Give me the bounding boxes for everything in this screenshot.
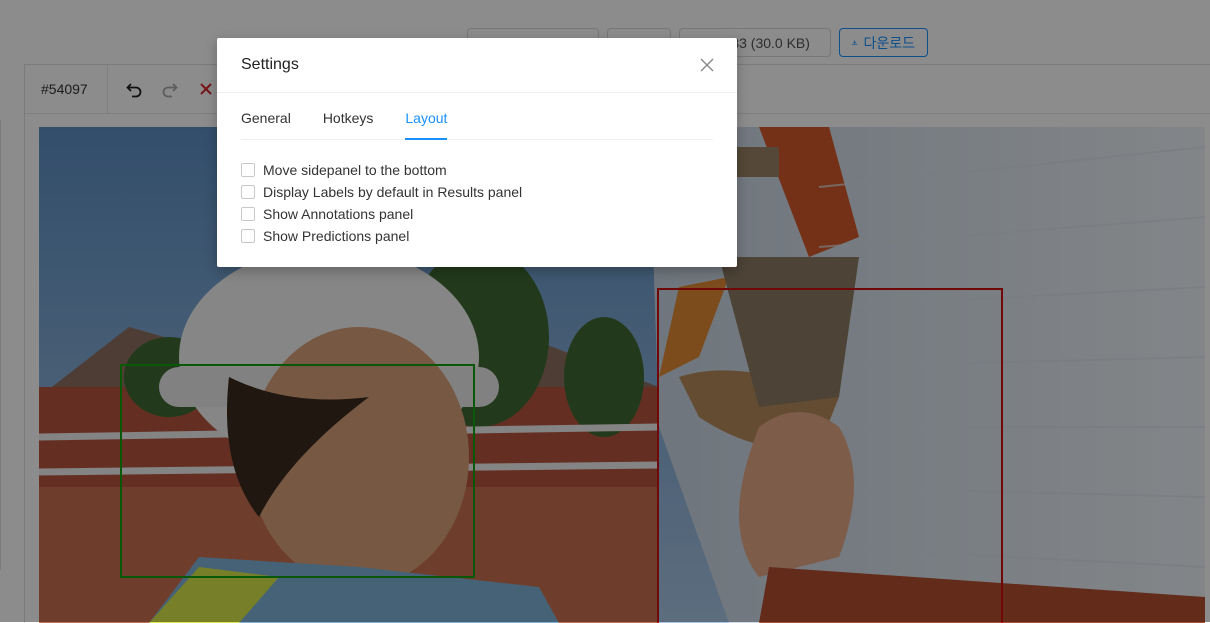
checkbox[interactable] — [241, 207, 255, 221]
modal-title: Settings — [241, 56, 299, 73]
option-label: Show Predictions panel — [263, 228, 410, 244]
option-label: Show Annotations panel — [263, 206, 414, 222]
modal-header: Settings — [217, 38, 737, 93]
tab-layout[interactable]: Layout — [405, 110, 448, 140]
tab-general[interactable]: General — [241, 110, 291, 139]
settings-modal: Settings General Hotkeys Layout Move sid… — [217, 38, 737, 267]
option-display-labels[interactable]: Display Labels by default in Results pan… — [241, 181, 713, 203]
option-label: Move sidepanel to the bottom — [263, 162, 447, 178]
option-show-annotations[interactable]: Show Annotations panel — [241, 203, 713, 225]
close-button[interactable] — [697, 55, 717, 75]
settings-tabs: General Hotkeys Layout — [241, 93, 713, 140]
checkbox[interactable] — [241, 185, 255, 199]
checkbox[interactable] — [241, 229, 255, 243]
checkbox[interactable] — [241, 163, 255, 177]
option-move-sidepanel[interactable]: Move sidepanel to the bottom — [241, 159, 713, 181]
tab-hotkeys[interactable]: Hotkeys — [323, 110, 374, 139]
option-label: Display Labels by default in Results pan… — [263, 184, 523, 200]
option-show-predictions[interactable]: Show Predictions panel — [241, 225, 713, 247]
close-icon — [700, 58, 714, 72]
layout-options: Move sidepanel to the bottom Display Lab… — [217, 140, 737, 247]
